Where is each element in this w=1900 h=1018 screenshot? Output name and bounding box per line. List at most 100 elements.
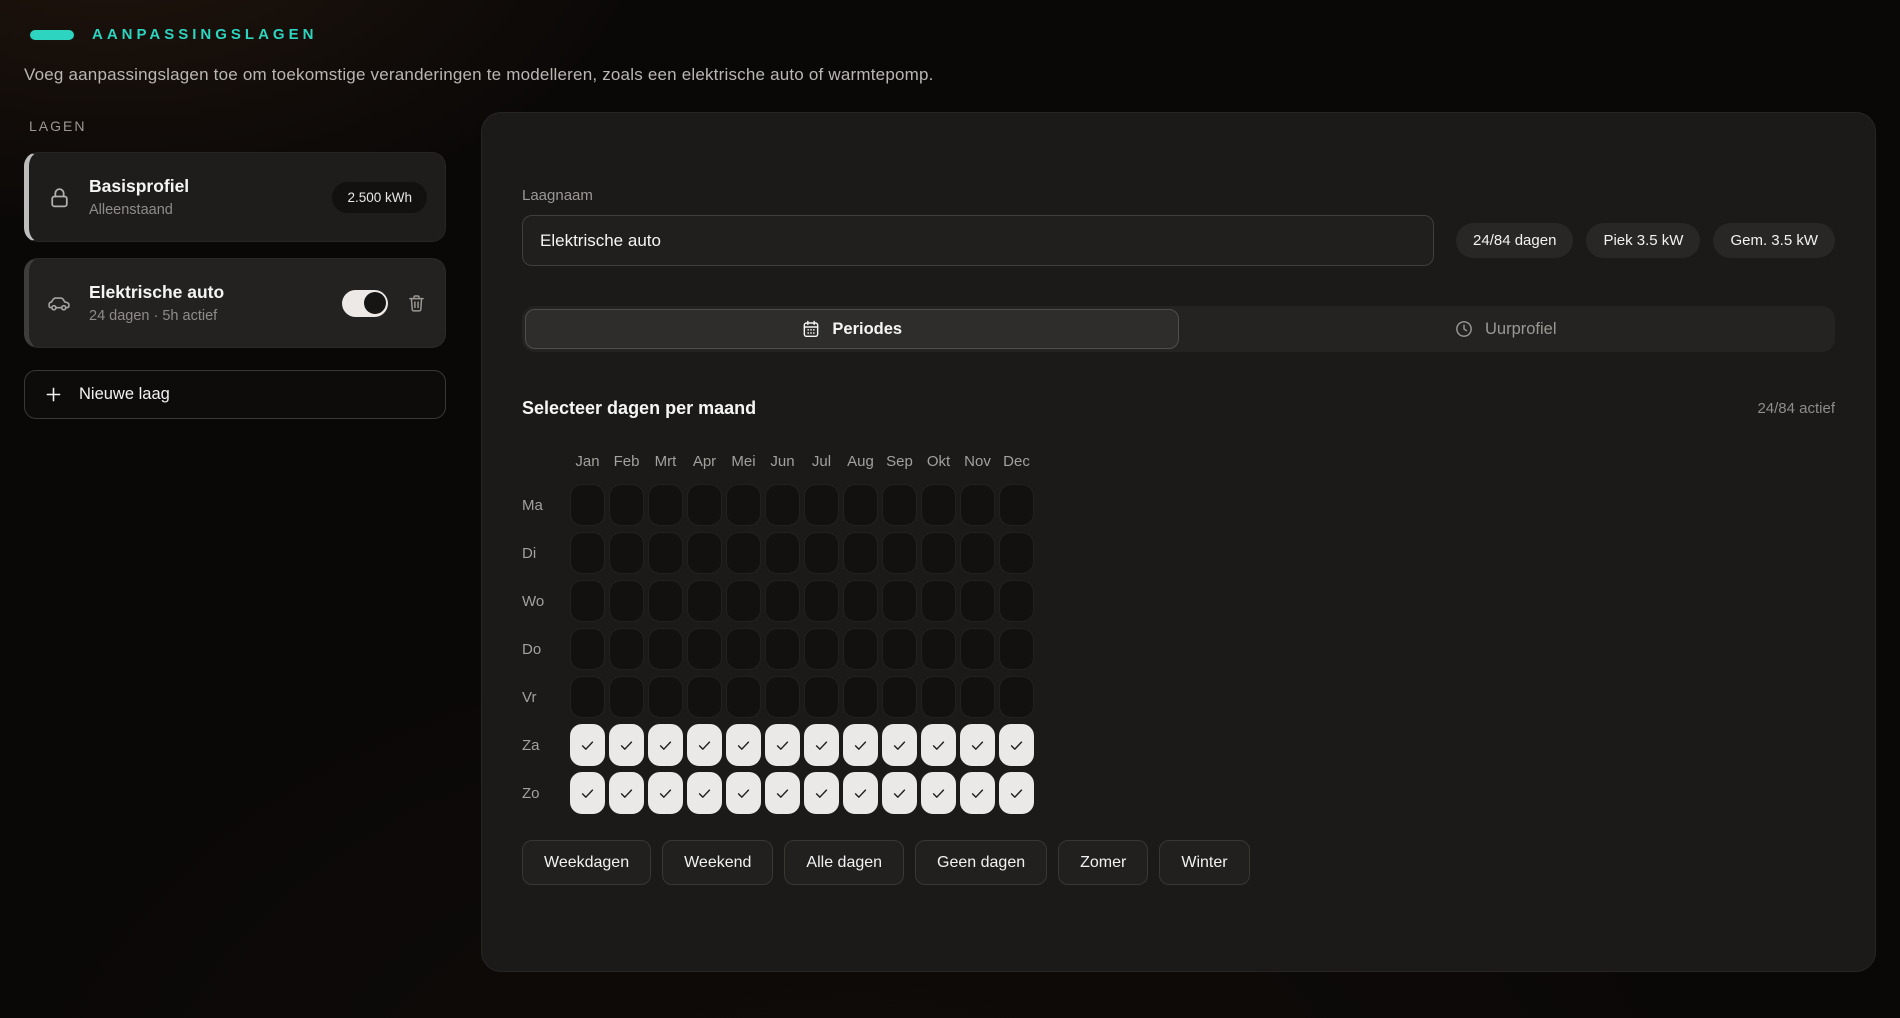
- day-cell-za-jun[interactable]: [765, 724, 800, 766]
- day-cell-di-dec[interactable]: [999, 532, 1034, 574]
- check-icon: [813, 737, 830, 754]
- day-cell-vr-feb[interactable]: [609, 676, 644, 718]
- day-cell-zo-jul[interactable]: [804, 772, 839, 814]
- day-cell-zo-okt[interactable]: [921, 772, 956, 814]
- day-cell-vr-dec[interactable]: [999, 676, 1034, 718]
- day-cell-do-mrt[interactable]: [648, 628, 683, 670]
- day-cell-za-jul[interactable]: [804, 724, 839, 766]
- quick-select-geen-dagen[interactable]: Geen dagen: [915, 840, 1047, 885]
- day-cell-wo-jul[interactable]: [804, 580, 839, 622]
- day-cell-do-apr[interactable]: [687, 628, 722, 670]
- day-cell-zo-mrt[interactable]: [648, 772, 683, 814]
- day-cell-wo-dec[interactable]: [999, 580, 1034, 622]
- day-cell-ma-jul[interactable]: [804, 484, 839, 526]
- day-cell-vr-apr[interactable]: [687, 676, 722, 718]
- day-cell-di-jul[interactable]: [804, 532, 839, 574]
- layer-card-elektrische-auto[interactable]: Elektrische auto 24 dagen · 5h actief: [24, 258, 446, 348]
- trash-icon[interactable]: [406, 292, 427, 314]
- day-cell-vr-aug[interactable]: [843, 676, 878, 718]
- day-cell-zo-mei[interactable]: [726, 772, 761, 814]
- day-cell-di-feb[interactable]: [609, 532, 644, 574]
- day-cell-vr-nov[interactable]: [960, 676, 995, 718]
- day-cell-zo-jan[interactable]: [570, 772, 605, 814]
- quick-select-winter[interactable]: Winter: [1159, 840, 1249, 885]
- day-cell-zo-nov[interactable]: [960, 772, 995, 814]
- day-cell-ma-okt[interactable]: [921, 484, 956, 526]
- day-cell-di-nov[interactable]: [960, 532, 995, 574]
- day-cell-wo-apr[interactable]: [687, 580, 722, 622]
- day-cell-di-aug[interactable]: [843, 532, 878, 574]
- day-cell-di-apr[interactable]: [687, 532, 722, 574]
- day-cell-di-jun[interactable]: [765, 532, 800, 574]
- day-cell-do-aug[interactable]: [843, 628, 878, 670]
- day-cell-wo-mei[interactable]: [726, 580, 761, 622]
- quick-select-weekend[interactable]: Weekend: [662, 840, 773, 885]
- layer-enabled-toggle[interactable]: [342, 290, 388, 317]
- tab-periodes[interactable]: Periodes: [525, 309, 1179, 349]
- day-cell-di-sep[interactable]: [882, 532, 917, 574]
- day-cell-zo-sep[interactable]: [882, 772, 917, 814]
- day-cell-zo-aug[interactable]: [843, 772, 878, 814]
- day-cell-za-jan[interactable]: [570, 724, 605, 766]
- day-cell-di-okt[interactable]: [921, 532, 956, 574]
- day-cell-za-sep[interactable]: [882, 724, 917, 766]
- quick-select-alle-dagen[interactable]: Alle dagen: [784, 840, 904, 885]
- day-cell-do-mei[interactable]: [726, 628, 761, 670]
- new-layer-button[interactable]: Nieuwe laag: [24, 370, 446, 419]
- day-cell-ma-mrt[interactable]: [648, 484, 683, 526]
- day-cell-ma-jan[interactable]: [570, 484, 605, 526]
- layer-name-input[interactable]: [522, 215, 1434, 266]
- day-cell-ma-mei[interactable]: [726, 484, 761, 526]
- day-cell-wo-jun[interactable]: [765, 580, 800, 622]
- day-cell-ma-jun[interactable]: [765, 484, 800, 526]
- day-cell-vr-sep[interactable]: [882, 676, 917, 718]
- day-cell-zo-feb[interactable]: [609, 772, 644, 814]
- day-cell-vr-jul[interactable]: [804, 676, 839, 718]
- day-cell-za-dec[interactable]: [999, 724, 1034, 766]
- day-cell-do-jan[interactable]: [570, 628, 605, 670]
- day-cell-di-jan[interactable]: [570, 532, 605, 574]
- day-cell-vr-jan[interactable]: [570, 676, 605, 718]
- day-cell-do-dec[interactable]: [999, 628, 1034, 670]
- day-cell-za-feb[interactable]: [609, 724, 644, 766]
- day-cell-za-mrt[interactable]: [648, 724, 683, 766]
- day-cell-ma-feb[interactable]: [609, 484, 644, 526]
- day-cell-di-mrt[interactable]: [648, 532, 683, 574]
- day-cell-vr-mei[interactable]: [726, 676, 761, 718]
- day-cell-wo-jan[interactable]: [570, 580, 605, 622]
- tab-uurprofiel[interactable]: Uurprofiel: [1179, 309, 1833, 349]
- day-cell-za-mei[interactable]: [726, 724, 761, 766]
- day-cell-vr-mrt[interactable]: [648, 676, 683, 718]
- day-cell-zo-apr[interactable]: [687, 772, 722, 814]
- day-cell-do-feb[interactable]: [609, 628, 644, 670]
- day-cell-vr-jun[interactable]: [765, 676, 800, 718]
- day-cell-do-sep[interactable]: [882, 628, 917, 670]
- day-cell-di-mei[interactable]: [726, 532, 761, 574]
- day-cell-do-jul[interactable]: [804, 628, 839, 670]
- day-cell-za-nov[interactable]: [960, 724, 995, 766]
- day-cell-zo-dec[interactable]: [999, 772, 1034, 814]
- quick-select-weekdagen[interactable]: Weekdagen: [522, 840, 651, 885]
- day-cell-ma-apr[interactable]: [687, 484, 722, 526]
- day-cell-wo-sep[interactable]: [882, 580, 917, 622]
- day-cell-wo-feb[interactable]: [609, 580, 644, 622]
- day-cell-ma-aug[interactable]: [843, 484, 878, 526]
- day-cell-do-okt[interactable]: [921, 628, 956, 670]
- day-cell-ma-nov[interactable]: [960, 484, 995, 526]
- day-cell-za-aug[interactable]: [843, 724, 878, 766]
- day-cell-do-jun[interactable]: [765, 628, 800, 670]
- day-cell-zo-jun[interactable]: [765, 772, 800, 814]
- day-cell-wo-nov[interactable]: [960, 580, 995, 622]
- day-cell-wo-aug[interactable]: [843, 580, 878, 622]
- day-cell-ma-sep[interactable]: [882, 484, 917, 526]
- day-cell-wo-okt[interactable]: [921, 580, 956, 622]
- day-cell-vr-okt[interactable]: [921, 676, 956, 718]
- layer-card-basisprofiel[interactable]: Basisprofiel Alleenstaand 2.500 kWh: [24, 152, 446, 242]
- day-cell-do-nov[interactable]: [960, 628, 995, 670]
- day-cell-ma-dec[interactable]: [999, 484, 1034, 526]
- quick-select-zomer[interactable]: Zomer: [1058, 840, 1148, 885]
- content-columns: LAGEN Basisprofiel Alleenstaand 2.500 kW…: [24, 112, 1876, 972]
- day-cell-za-okt[interactable]: [921, 724, 956, 766]
- day-cell-za-apr[interactable]: [687, 724, 722, 766]
- day-cell-wo-mrt[interactable]: [648, 580, 683, 622]
